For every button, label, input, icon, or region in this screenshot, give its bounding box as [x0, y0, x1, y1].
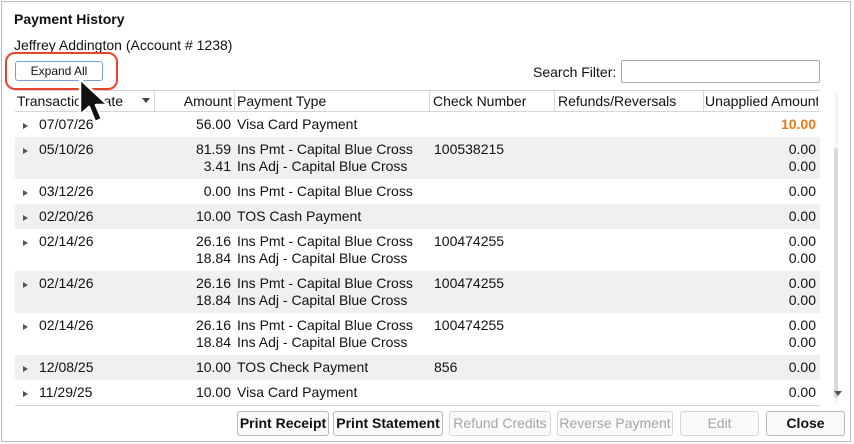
expand-row-icon[interactable] [23, 366, 28, 372]
table-row[interactable]: 07/07/26 56.00 Visa Card Payment 10.00 [15, 112, 820, 137]
cell-payment-type: Ins Adj - Capital Blue Cross [237, 334, 408, 350]
cell-payment-type: Ins Pmt - Capital Blue Cross [237, 141, 413, 157]
search-filter-input[interactable] [621, 60, 820, 83]
cell-unapplied-amount: 0.00 [788, 208, 816, 224]
column-header-payment-type[interactable]: Payment Type [237, 93, 326, 109]
cell-payment-type: Ins Adj - Capital Blue Cross [237, 158, 408, 174]
cell-unapplied-amount: 0.00 [788, 292, 816, 308]
cell-check-number: 100474255 [434, 317, 505, 333]
cell-amount: 26.16 [195, 317, 231, 333]
table-row[interactable]: 05/10/26 81.59 Ins Pmt - Capital Blue Cros… [15, 137, 820, 179]
cell-payment-type: Ins Adj - Capital Blue Cross [237, 292, 408, 308]
column-separator [429, 91, 430, 111]
cell-payment-type: TOS Check Payment [237, 359, 369, 375]
table-row[interactable]: 02/14/26 26.16 Ins Pmt - Capital Blue Cros… [15, 271, 820, 313]
expand-row-icon[interactable] [23, 391, 28, 397]
table-header: Transaction Date Amount Payment Type Che… [15, 91, 820, 112]
cell-amount: 3.41 [203, 158, 231, 174]
mouse-pointer-icon [78, 77, 110, 124]
cell-date: 03/12/26 [39, 183, 94, 199]
column-header-refunds-reversals[interactable]: Refunds/Reversals [558, 93, 676, 109]
cell-date: 11/29/25 [39, 384, 93, 400]
print-receipt-button[interactable]: Print Receipt [237, 411, 329, 436]
cell-check-number: 100538215 [434, 141, 505, 157]
cell-date: 02/14/26 [39, 317, 94, 333]
table-row[interactable]: 02/14/26 26.16 Ins Pmt - Capital Blue Cros… [15, 313, 820, 355]
payment-table: Transaction Date Amount Payment Type Che… [15, 90, 820, 406]
column-header-check-number[interactable]: Check Number [433, 93, 526, 109]
cell-unapplied-amount: 0.00 [788, 359, 816, 375]
cell-amount: 81.59 [195, 141, 231, 157]
cell-amount: 18.84 [195, 292, 231, 308]
vertical-scrollbar[interactable] [829, 92, 844, 404]
cell-unapplied-amount: 0.00 [788, 183, 816, 199]
table-row[interactable]: 11/29/25 10.00 Visa Card Payment 0.00 [15, 380, 820, 405]
search-filter-label: Search Filter: [533, 64, 617, 80]
scrollbar-thumb[interactable] [834, 148, 838, 398]
cell-date: 05/10/26 [39, 141, 94, 157]
cell-date: 02/14/26 [39, 233, 94, 249]
cell-amount: 18.84 [195, 250, 231, 266]
cell-check-number: 100474255 [434, 275, 505, 291]
cell-unapplied-amount: 0.00 [788, 233, 816, 249]
scroll-down-icon[interactable] [834, 391, 842, 396]
edit-button[interactable]: Edit [680, 411, 759, 436]
table-row[interactable]: 03/12/26 0.00 Ins Pmt - Capital Blue Cross… [15, 179, 820, 204]
expand-row-icon[interactable] [23, 215, 28, 221]
cell-unapplied-amount: 0.00 [788, 158, 816, 174]
page-title: Payment History [14, 11, 125, 27]
expand-row-icon[interactable] [23, 190, 28, 196]
cell-date: 12/08/25 [39, 359, 94, 375]
reverse-payment-button[interactable]: Reverse Payment [557, 411, 673, 436]
cell-amount: 10.00 [195, 359, 231, 375]
cell-date: 02/20/26 [39, 208, 94, 224]
cell-payment-type: Ins Pmt - Capital Blue Cross [237, 233, 413, 249]
column-separator [554, 91, 555, 111]
cell-unapplied-amount: 0.00 [788, 317, 816, 333]
cell-payment-type: TOS Cash Payment [237, 208, 362, 224]
cell-unapplied-amount: 0.00 [788, 384, 816, 400]
cell-unapplied-amount: 0.00 [788, 250, 816, 266]
close-button[interactable]: Close [766, 411, 845, 436]
column-header-amount[interactable]: Amount [155, 93, 232, 109]
cell-payment-type: Visa Card Payment [237, 384, 358, 400]
cell-payment-type: Ins Pmt - Capital Blue Cross [237, 275, 413, 291]
cell-amount: 56.00 [195, 116, 231, 132]
cell-check-number: 100474255 [434, 233, 505, 249]
cell-amount: 26.16 [195, 233, 231, 249]
cell-unapplied-amount: 0.00 [788, 275, 816, 291]
expand-row-icon[interactable] [23, 148, 28, 154]
cell-payment-type: Ins Adj - Capital Blue Cross [237, 250, 408, 266]
cell-amount: 0.00 [203, 183, 231, 199]
expand-row-icon[interactable] [23, 324, 28, 330]
cell-date: 02/14/26 [39, 275, 94, 291]
cell-amount: 26.16 [195, 275, 231, 291]
cell-unapplied-amount: 0.00 [788, 141, 816, 157]
table-body: 07/07/26 56.00 Visa Card Payment 10.00 05/10… [15, 112, 820, 405]
table-row[interactable]: 02/14/26 26.16 Ins Pmt - Capital Blue Cros… [15, 229, 820, 271]
cell-check-number: 856 [434, 359, 458, 375]
column-separator [234, 91, 235, 111]
table-row[interactable]: 12/08/25 10.00 TOS Check Payment 856 0.00 [15, 355, 820, 380]
cell-payment-type: Ins Pmt - Capital Blue Cross [237, 183, 413, 199]
account-label: Jeffrey Addington (Account # 1238) [14, 37, 233, 53]
cell-amount: 10.00 [195, 208, 231, 224]
sort-desc-icon[interactable] [142, 98, 150, 103]
cell-unapplied-amount: 0.00 [788, 334, 816, 350]
cell-amount: 10.00 [195, 384, 231, 400]
cell-payment-type: Visa Card Payment [237, 116, 358, 132]
cell-unapplied-amount: 10.00 [780, 116, 816, 132]
print-statement-button[interactable]: Print Statement [333, 411, 443, 436]
table-row[interactable]: 02/20/26 10.00 TOS Cash Payment 0.00 [15, 204, 820, 229]
expand-row-icon[interactable] [23, 123, 28, 129]
column-header-unapplied-amount[interactable]: Unapplied Amount [705, 93, 818, 109]
expand-row-icon[interactable] [23, 282, 28, 288]
cell-amount: 18.84 [195, 334, 231, 350]
refund-credits-button[interactable]: Refund Credits [449, 411, 551, 436]
expand-row-icon[interactable] [23, 240, 28, 246]
column-separator [703, 91, 704, 111]
cell-payment-type: Ins Pmt - Capital Blue Cross [237, 317, 413, 333]
